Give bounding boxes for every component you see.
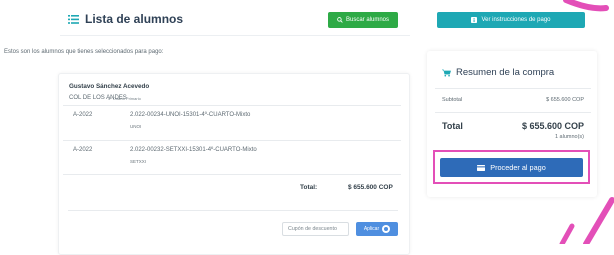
summary-divider: [435, 112, 591, 113]
proceed-to-payment-button[interactable]: Proceder al pago: [440, 158, 583, 177]
header-divider: [60, 35, 410, 36]
students-count: 1 alumno(s): [554, 134, 584, 140]
list-title: Lista de alumnos: [68, 12, 183, 26]
apply-coupon-label: Aplicar: [363, 226, 380, 232]
info-icon: [471, 17, 478, 23]
item-year: A-2022: [73, 147, 93, 153]
search-icon: [337, 17, 343, 23]
summary-total-label: Total: [442, 121, 463, 131]
student-total-value: $ 655.600 COP: [348, 184, 393, 191]
payment-instructions-label: Ver instrucciones de pago: [481, 17, 551, 23]
student-total-label: Total:: [300, 184, 318, 191]
summary-total-value: $ 655.600 COP: [521, 121, 584, 131]
payment-instructions-button[interactable]: Ver instrucciones de pago: [437, 12, 585, 28]
summary-title-text: Resumen de la compra: [456, 67, 555, 78]
search-students-label: Buscar alumnos: [345, 17, 390, 23]
item-provider: UNOI: [130, 124, 142, 129]
list-title-text: Lista de alumnos: [85, 12, 184, 26]
row-divider: [68, 210, 398, 211]
grade-label: 4º Cuarto Primario: [108, 96, 141, 101]
coupon-input[interactable]: [282, 222, 349, 236]
list-icon: [68, 14, 79, 24]
intro-text: Estos son los alumnos que tienes selecci…: [4, 49, 164, 55]
subtotal-label: Subtotal: [442, 97, 463, 103]
apply-icon: [382, 225, 391, 233]
row-divider: [63, 105, 401, 106]
apply-coupon-button[interactable]: Aplicar: [356, 222, 398, 236]
cart-icon: [442, 69, 451, 77]
item-year: A-2022: [73, 112, 93, 118]
item-code: 2.022-00234-UNOI-15301-4º-CUARTO-Mixto: [130, 112, 251, 118]
item-code: 2.022-00232-SETXXI-15301-4º-CUARTO-Mixto: [130, 147, 257, 153]
row-divider: [63, 174, 401, 175]
student-name: Gustavo Sánchez Acevedo: [69, 83, 150, 90]
summary-divider: [435, 88, 591, 89]
row-divider: [63, 140, 401, 141]
card-icon: [477, 164, 486, 171]
proceed-to-payment-label: Proceder al pago: [490, 163, 546, 172]
summary-title: Resumen de la compra: [442, 67, 554, 78]
subtotal-value: $ 655.600 COP: [546, 97, 584, 103]
search-students-button[interactable]: Buscar alumnos: [328, 12, 398, 28]
item-provider: SETXXI: [130, 159, 147, 164]
